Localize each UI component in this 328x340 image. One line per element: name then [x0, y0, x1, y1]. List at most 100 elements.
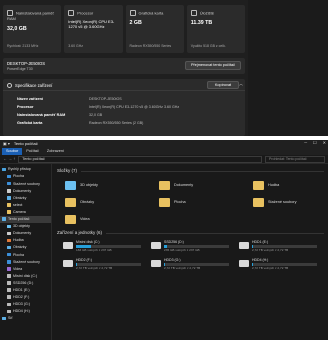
nav-item-label: Plocha [13, 174, 24, 179]
maximize-icon[interactable]: ☐ [313, 140, 317, 146]
nav-item-icon [2, 217, 6, 221]
folder-label: Hudba [268, 182, 280, 187]
nav-item-icon [7, 302, 11, 307]
minimize-icon[interactable]: ─ [304, 140, 307, 146]
spec-key: Nainstalovaná paměť RAM [17, 112, 66, 117]
nav-item[interactable]: Videa [0, 265, 51, 272]
folder-item[interactable]: 3D objekty [65, 179, 135, 191]
nav-item[interactable]: Plocha [0, 173, 51, 180]
nav-item-icon [7, 245, 11, 250]
nav-item[interactable]: Stažené soubory [0, 180, 51, 187]
tab-computer[interactable]: Počítač [22, 148, 43, 155]
nav-item[interactable]: 3D objekty [0, 223, 51, 230]
nav-item-label: Obrázky [13, 245, 27, 250]
folder-label: Videa [80, 216, 90, 221]
drive-icon [239, 242, 249, 249]
folder-item[interactable]: Plocha [159, 196, 229, 208]
tab-view[interactable]: Zobrazení [43, 148, 68, 155]
spec-rows: Název zařízení DESKTOP-JE50IOS Procesor In… [3, 91, 245, 127]
nav-item-label: Stažené soubory [13, 181, 40, 186]
spec-value: DESKTOP-JE50IOS [89, 96, 122, 101]
nav-item-icon [7, 295, 11, 299]
stat-card-storage: Úložiště 11.39 TB Využito 518 GB z celk. [186, 5, 245, 53]
spec-header[interactable]: Specifikace zařízení Kopírovat ︿ [3, 79, 245, 91]
close-icon[interactable]: ✕ [323, 140, 326, 146]
copy-button[interactable]: Kopírovat [207, 81, 239, 89]
divider [81, 170, 324, 172]
drive-item[interactable]: HDD4 (H:) 2,72 TB volných z 2,72 TB [239, 258, 317, 272]
nav-item[interactable]: Tento počítač [0, 215, 51, 223]
nav-item[interactable]: Síť [0, 315, 51, 322]
folder-item[interactable]: Dokumenty [159, 179, 229, 191]
drive-item[interactable]: HDD3 (G:) 2,72 TB volných z 2,72 TB [151, 258, 229, 272]
content-pane: Složky (7) 3D objekty Dokumenty Hudba Obráz… [53, 164, 328, 340]
nav-item-icon [7, 260, 11, 264]
folder-label: Obrázky [80, 199, 95, 204]
nav-item[interactable]: Obrázky [0, 194, 51, 201]
folders-heading: Složky (7) [57, 168, 78, 174]
folder-item[interactable]: Videa [65, 213, 135, 225]
drive-free-space: 183 GB volných z 237 GB [76, 248, 112, 253]
nav-item-label: HDD3 (G:) [13, 302, 30, 307]
nav-item[interactable]: Dokumenty [0, 187, 51, 194]
search-input[interactable]: Prohledat: Tento počítač [265, 155, 325, 163]
stat-value: 11.39 TB [190, 20, 213, 27]
nav-item[interactable]: Rychlý přístup [0, 166, 51, 173]
nav-item-label: Rychlý přístup [8, 167, 31, 172]
stat-cards: Nainstalovaná paměť RAM 32,0 GB Rychlost… [3, 5, 245, 53]
stat-label: Procesor [77, 10, 94, 16]
drive-item[interactable]: HDD1 (E:) 2,72 TB volných z 2,72 TB [239, 240, 317, 254]
nav-item-icon [7, 174, 11, 179]
spec-title: Specifikace zařízení [15, 83, 53, 89]
nav-item-label: Stažené soubory [13, 259, 40, 264]
drive-item[interactable]: SSD256 (D:) 235 GB volných z 237 GB [151, 240, 229, 254]
info-icon [7, 83, 12, 89]
nav-item[interactable]: Plocha [0, 251, 51, 258]
stat-value: Intel(R) Xeon(R) CPU E3-1270 v5 @ 3.60GH… [68, 19, 115, 30]
nav-item-icon [7, 252, 11, 257]
nav-item-icon [7, 224, 11, 229]
nav-item[interactable]: Camera [0, 209, 51, 216]
nav-item[interactable]: select [0, 201, 51, 208]
nav-item[interactable]: SSD256 (D:) [0, 280, 51, 287]
drive-item[interactable]: Místní disk (C:) 183 GB volných z 237 GB [63, 240, 141, 254]
nav-item[interactable]: Hudba [0, 237, 51, 244]
rename-pc-button[interactable]: Přejmenovat tento počítač [185, 61, 241, 70]
file-explorer-window: ▣ ▾ Tento počítač ─ ☐ ✕ Soubor Počítač Z… [0, 140, 328, 340]
folder-item[interactable]: Obrázky [65, 196, 135, 208]
quick-access-toolbar-icon[interactable]: ▣ ▾ [3, 141, 10, 147]
nav-item[interactable]: Místní disk (C:) [0, 272, 51, 279]
nav-item[interactable]: HDD4 (H:) [0, 308, 51, 315]
nav-item-label: Camera [13, 209, 26, 214]
drive-free-space: 2,72 TB volných z 2,72 TB [76, 266, 113, 271]
drive-info: HDD2 (F:) 2,72 TB volných z 2,72 TB [76, 258, 141, 271]
drives-group-header[interactable]: Zařízení a jednotky (6) [57, 229, 324, 237]
drive-icon [63, 260, 73, 267]
drive-free-space: 2,72 TB volných z 2,72 TB [252, 266, 289, 271]
nav-item[interactable]: HDD1 (E:) [0, 287, 51, 294]
address-bar[interactable]: Tento počítač [18, 155, 262, 163]
folder-item[interactable]: Stažené soubory [253, 196, 323, 208]
nav-item[interactable]: Obrázky [0, 244, 51, 251]
back-forward-icon[interactable]: ← → ↑ [3, 156, 15, 162]
nav-item-label: HDD2 (F:) [13, 295, 30, 300]
chevron-up-icon[interactable]: ︿ [239, 81, 243, 87]
stat-value: 32,0 GB [7, 26, 27, 33]
folder-icon [159, 197, 170, 207]
nav-item[interactable]: HDD3 (G:) [0, 301, 51, 308]
stat-sub: Radeon RX550/550 Series [129, 43, 172, 48]
nav-item[interactable]: HDD2 (F:) [0, 294, 51, 301]
drive-item[interactable]: HDD2 (F:) 2,72 TB volných z 2,72 TB [63, 258, 141, 272]
nav-item-label: HDD1 (E:) [13, 287, 30, 292]
folder-item[interactable]: Hudba [253, 179, 323, 191]
nav-item-label: SSD256 (D:) [13, 280, 34, 285]
tab-file[interactable]: Soubor [2, 148, 23, 155]
stat-card-cpu: Procesor Intel(R) Xeon(R) CPU E3-1270 v5… [64, 5, 123, 53]
folder-icon [65, 214, 76, 224]
folders-group-header[interactable]: Složky (7) [57, 167, 324, 175]
nav-item[interactable]: Stažené soubory [0, 258, 51, 265]
drive-info: Místní disk (C:) 183 GB volných z 237 GB [76, 240, 141, 253]
nav-item[interactable]: Dokumenty [0, 230, 51, 237]
drive-name: HDD2 (F:) [76, 258, 92, 262]
nav-item-icon [2, 316, 6, 321]
